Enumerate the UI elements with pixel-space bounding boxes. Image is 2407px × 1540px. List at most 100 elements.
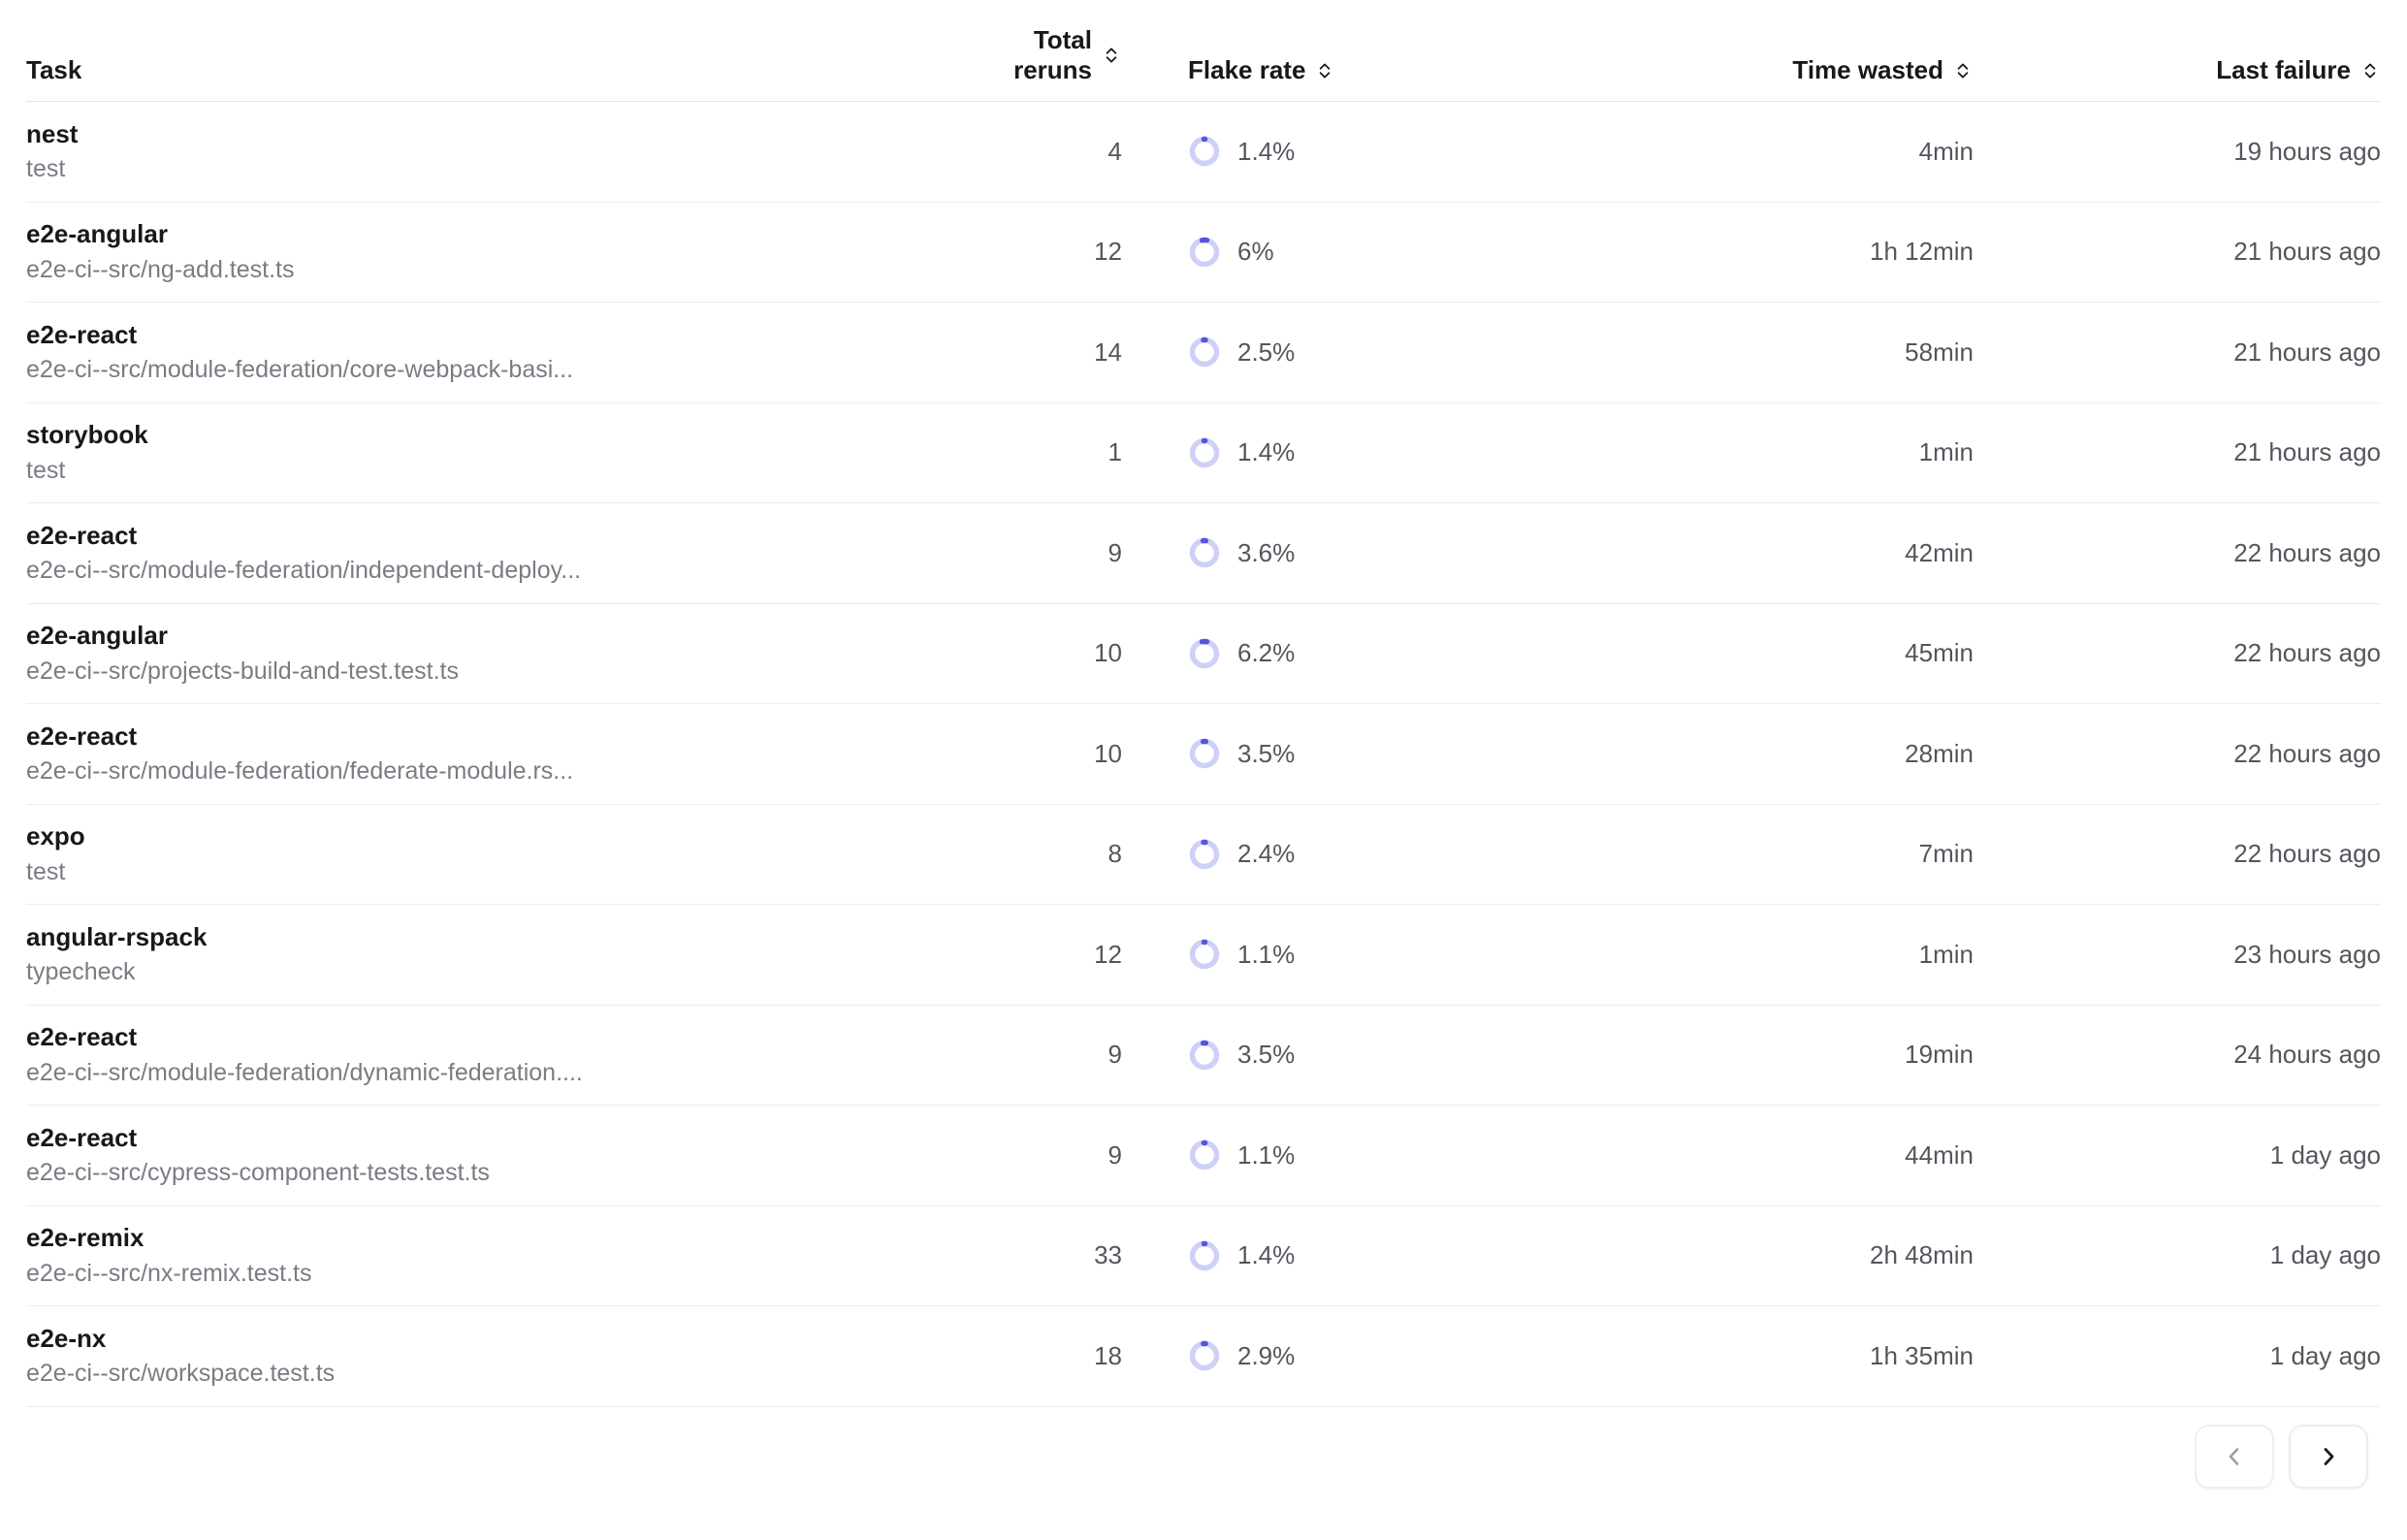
sort-icon[interactable] bbox=[1314, 60, 1335, 81]
sort-icon[interactable] bbox=[1952, 60, 1974, 81]
table-row[interactable]: e2e-angular e2e-ci--src/ng-add.test.ts 1… bbox=[26, 203, 2381, 304]
task-target: e2e-ci--src/workspace.test.ts bbox=[26, 1361, 957, 1388]
time-wasted-cell: 44min bbox=[1489, 1140, 1974, 1171]
flake-rate-donut-icon bbox=[1188, 1339, 1221, 1372]
flake-rate-donut-icon bbox=[1188, 1239, 1221, 1272]
task-name: angular-rspack bbox=[26, 923, 957, 951]
column-header-flake[interactable]: Flake rate bbox=[1122, 55, 1489, 101]
last-failure-cell: 24 hours ago bbox=[1974, 1040, 2381, 1070]
table-row[interactable]: e2e-remix e2e-ci--src/nx-remix.test.ts 3… bbox=[26, 1206, 2381, 1307]
task-cell: e2e-remix e2e-ci--src/nx-remix.test.ts bbox=[26, 1224, 957, 1287]
total-reruns-cell: 1 bbox=[957, 437, 1122, 467]
time-wasted-cell: 4min bbox=[1489, 137, 1974, 167]
flake-rate-cell: 1.4% bbox=[1122, 135, 1489, 168]
task-cell: e2e-react e2e-ci--src/module-federation/… bbox=[26, 1023, 957, 1086]
total-reruns-cell: 12 bbox=[957, 237, 1122, 267]
total-reruns-cell: 8 bbox=[957, 839, 1122, 869]
last-failure-cell: 21 hours ago bbox=[1974, 337, 2381, 368]
task-target: test bbox=[26, 156, 957, 183]
pagination bbox=[2195, 1425, 2368, 1489]
next-page-button[interactable] bbox=[2289, 1425, 2368, 1489]
task-name: e2e-remix bbox=[26, 1224, 957, 1252]
table-row[interactable]: e2e-react e2e-ci--src/module-federation/… bbox=[26, 704, 2381, 805]
flake-rate-cell: 1.4% bbox=[1122, 1239, 1489, 1272]
task-target: e2e-ci--src/ng-add.test.ts bbox=[26, 257, 957, 284]
sort-icon[interactable] bbox=[2359, 60, 2381, 81]
flake-rate-value: 1.4% bbox=[1237, 137, 1295, 167]
last-failure-cell: 1 day ago bbox=[1974, 1341, 2381, 1371]
last-failure-cell: 22 hours ago bbox=[1974, 538, 2381, 568]
column-header-label: Task bbox=[26, 55, 81, 85]
column-header-time[interactable]: Time wasted bbox=[1489, 55, 1974, 101]
task-cell: storybook test bbox=[26, 421, 957, 484]
flake-rate-value: 3.5% bbox=[1237, 739, 1295, 769]
last-failure-cell: 1 day ago bbox=[1974, 1140, 2381, 1171]
time-wasted-cell: 28min bbox=[1489, 739, 1974, 769]
time-wasted-cell: 19min bbox=[1489, 1040, 1974, 1070]
last-failure-cell: 22 hours ago bbox=[1974, 839, 2381, 869]
table-body: nest test 4 1.4% 4min 19 hours ago e2e-a… bbox=[26, 102, 2381, 1407]
task-target: e2e-ci--src/module-federation/federate-m… bbox=[26, 758, 957, 786]
task-target: test bbox=[26, 859, 957, 886]
task-target: e2e-ci--src/module-federation/core-webpa… bbox=[26, 357, 957, 384]
task-cell: angular-rspack typecheck bbox=[26, 923, 957, 986]
column-header-label: Flake rate bbox=[1188, 55, 1305, 85]
flaky-tasks-table: Task Total reruns Flake rate Time wasted bbox=[0, 0, 2407, 1407]
total-reruns-cell: 10 bbox=[957, 739, 1122, 769]
task-name: e2e-react bbox=[26, 1023, 957, 1051]
last-failure-cell: 21 hours ago bbox=[1974, 237, 2381, 267]
last-failure-cell: 1 day ago bbox=[1974, 1240, 2381, 1270]
task-cell: e2e-react e2e-ci--src/module-federation/… bbox=[26, 722, 957, 786]
flake-rate-donut-icon bbox=[1188, 737, 1221, 770]
total-reruns-cell: 4 bbox=[957, 137, 1122, 167]
table-row[interactable]: e2e-nx e2e-ci--src/workspace.test.ts 18 … bbox=[26, 1306, 2381, 1407]
flake-rate-donut-icon bbox=[1188, 1139, 1221, 1171]
table-row[interactable]: e2e-react e2e-ci--src/cypress-component-… bbox=[26, 1106, 2381, 1206]
total-reruns-cell: 9 bbox=[957, 1040, 1122, 1070]
column-header-reruns[interactable]: Total reruns bbox=[957, 25, 1122, 101]
task-cell: e2e-nx e2e-ci--src/workspace.test.ts bbox=[26, 1325, 957, 1388]
table-row[interactable]: expo test 8 2.4% 7min 22 hours ago bbox=[26, 805, 2381, 906]
flake-rate-cell: 1.4% bbox=[1122, 436, 1489, 469]
sort-icon[interactable] bbox=[1101, 45, 1122, 66]
task-name: expo bbox=[26, 822, 957, 850]
task-cell: e2e-angular e2e-ci--src/ng-add.test.ts bbox=[26, 220, 957, 283]
task-target: e2e-ci--src/module-federation/independen… bbox=[26, 558, 957, 585]
flake-rate-value: 3.5% bbox=[1237, 1040, 1295, 1070]
column-header-failure[interactable]: Last failure bbox=[1974, 55, 2381, 101]
flake-rate-donut-icon bbox=[1188, 536, 1221, 569]
flake-rate-donut-icon bbox=[1188, 637, 1221, 670]
table-row[interactable]: e2e-react e2e-ci--src/module-federation/… bbox=[26, 503, 2381, 604]
chevron-left-icon bbox=[2222, 1444, 2247, 1469]
flake-rate-donut-icon bbox=[1188, 436, 1221, 469]
flake-rate-cell: 3.6% bbox=[1122, 536, 1489, 569]
table-row[interactable]: e2e-react e2e-ci--src/module-federation/… bbox=[26, 303, 2381, 403]
table-row[interactable]: e2e-react e2e-ci--src/module-federation/… bbox=[26, 1006, 2381, 1107]
task-name: e2e-react bbox=[26, 1124, 957, 1152]
time-wasted-cell: 1min bbox=[1489, 437, 1974, 467]
time-wasted-cell: 58min bbox=[1489, 337, 1974, 368]
task-cell: e2e-react e2e-ci--src/cypress-component-… bbox=[26, 1124, 957, 1187]
task-name: e2e-react bbox=[26, 321, 957, 349]
column-header-label: Last failure bbox=[2216, 55, 2351, 85]
task-name: e2e-angular bbox=[26, 622, 957, 650]
column-header-task: Task bbox=[26, 55, 957, 101]
time-wasted-cell: 1min bbox=[1489, 940, 1974, 970]
flake-rate-value: 1.4% bbox=[1237, 1240, 1295, 1270]
table-row[interactable]: storybook test 1 1.4% 1min 21 hours ago bbox=[26, 403, 2381, 504]
flake-rate-value: 1.1% bbox=[1237, 940, 1295, 970]
flake-rate-cell: 6.2% bbox=[1122, 637, 1489, 670]
table-row[interactable]: e2e-angular e2e-ci--src/projects-build-a… bbox=[26, 604, 2381, 705]
total-reruns-cell: 33 bbox=[957, 1240, 1122, 1270]
table-row[interactable]: nest test 4 1.4% 4min 19 hours ago bbox=[26, 102, 2381, 203]
flake-rate-donut-icon bbox=[1188, 236, 1221, 269]
task-name: e2e-angular bbox=[26, 220, 957, 248]
flake-rate-cell: 2.5% bbox=[1122, 336, 1489, 369]
total-reruns-cell: 12 bbox=[957, 940, 1122, 970]
flake-rate-value: 1.4% bbox=[1237, 437, 1295, 467]
task-cell: expo test bbox=[26, 822, 957, 885]
table-row[interactable]: angular-rspack typecheck 12 1.1% 1min 23… bbox=[26, 905, 2381, 1006]
column-header-label: Time wasted bbox=[1792, 55, 1943, 85]
flake-rate-cell: 3.5% bbox=[1122, 1039, 1489, 1072]
previous-page-button[interactable] bbox=[2195, 1425, 2274, 1489]
